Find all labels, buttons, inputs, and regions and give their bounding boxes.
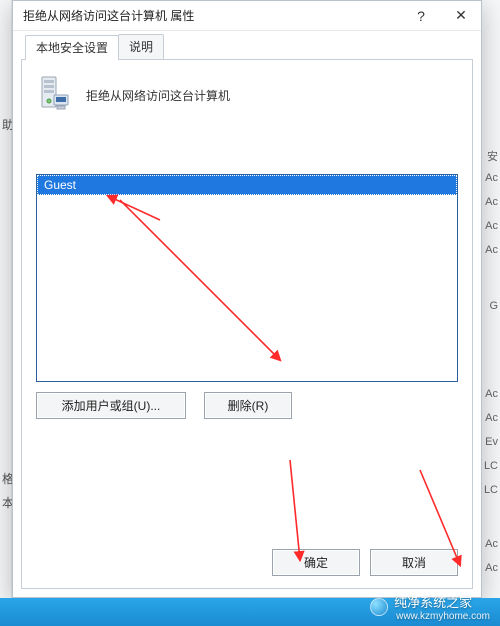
remove-button[interactable]: 删除(R): [204, 392, 292, 419]
bg-right-frag: LC: [484, 484, 498, 496]
tab-local-security[interactable]: 本地安全设置: [25, 35, 119, 60]
server-icon: [36, 74, 72, 116]
tab-panel-local-security: 拒绝从网络访问这台计算机 Guest 添加用户或组(U)... 删除(R) 确定…: [21, 59, 473, 589]
tab-row: 本地安全设置 说明: [21, 35, 473, 59]
ok-button[interactable]: 确定: [272, 549, 360, 576]
bg-right-frag: G: [489, 300, 498, 312]
policy-title: 拒绝从网络访问这台计算机: [86, 87, 230, 104]
dialog-body: 本地安全设置 说明 拒绝从网络访问这台计算机: [13, 31, 481, 597]
help-button[interactable]: ?: [401, 1, 441, 31]
tab-explain[interactable]: 说明: [118, 34, 164, 59]
watermark-title: 纯净系统之家: [394, 592, 490, 611]
watermark-logo-icon: [370, 598, 388, 616]
dialog-bottom-buttons: 确定 取消: [36, 543, 458, 576]
list-action-row: 添加用户或组(U)... 删除(R): [36, 392, 458, 419]
user-listbox-wrap: Guest: [36, 174, 458, 382]
bg-right-frag: Ac: [485, 172, 498, 184]
close-button[interactable]: ✕: [441, 1, 481, 31]
list-item[interactable]: Guest: [37, 175, 457, 195]
add-user-or-group-button[interactable]: 添加用户或组(U)...: [36, 392, 186, 419]
bg-right-frag: 安: [487, 148, 498, 164]
background-left-strip: 助 格 本: [0, 0, 12, 626]
bg-right-frag: Ac: [485, 220, 498, 232]
bg-right-frag: Ac: [485, 412, 498, 424]
properties-dialog: 拒绝从网络访问这台计算机 属性 ? ✕ 本地安全设置 说明: [12, 0, 482, 598]
watermark-url: www.kzmyhome.com: [396, 611, 490, 622]
bg-right-frag: Ac: [485, 538, 498, 550]
window-title: 拒绝从网络访问这台计算机 属性: [23, 7, 401, 24]
bg-right-frag: Ac: [485, 196, 498, 208]
bg-right-frag: LC: [484, 460, 498, 472]
watermark: 纯净系统之家 www.kzmyhome.com: [370, 592, 490, 622]
bg-right-frag: Ev: [485, 436, 498, 448]
bg-right-frag: Ac: [485, 562, 498, 574]
policy-header: 拒绝从网络访问这台计算机: [36, 74, 458, 116]
user-listbox[interactable]: Guest: [36, 174, 458, 382]
bg-right-frag: Ac: [485, 244, 498, 256]
cancel-button[interactable]: 取消: [370, 549, 458, 576]
titlebar: 拒绝从网络访问这台计算机 属性 ? ✕: [13, 1, 481, 31]
bg-right-frag: Ac: [485, 388, 498, 400]
